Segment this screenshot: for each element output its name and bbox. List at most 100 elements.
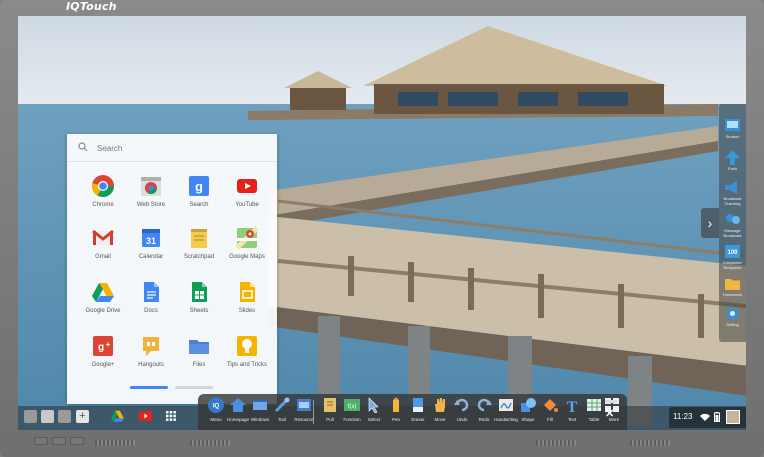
toolbar-shape[interactable]: Shape [516, 397, 540, 429]
page-indicator-active[interactable] [130, 386, 168, 389]
toolbar-eraser[interactable]: Eraser [406, 397, 430, 429]
search-input[interactable] [97, 140, 265, 156]
app-docs[interactable]: Docs [127, 280, 175, 324]
toolbar-handwriting[interactable]: Handwriting [494, 397, 518, 429]
sidebar-item-homework[interactable]: Homework [721, 276, 744, 306]
shape-icon [521, 398, 536, 412]
bezel-button[interactable] [34, 437, 48, 445]
app-label: YouTube [235, 202, 259, 208]
page-indicator[interactable] [175, 386, 213, 389]
google-drive-icon [92, 283, 114, 302]
avatar[interactable] [726, 410, 740, 424]
app-google-drive[interactable]: Google Drive [79, 280, 127, 324]
calendar-icon: 31 [142, 229, 160, 247]
toolbar-pull[interactable]: Pull [318, 397, 342, 429]
undo-icon [454, 398, 469, 412]
menu-badge: IQ [213, 404, 220, 410]
toolbar-move[interactable]: Move [428, 397, 452, 429]
handwriting-icon [499, 399, 513, 411]
close-icon[interactable]: ✕ [605, 407, 614, 420]
google-drive-icon[interactable] [110, 409, 125, 423]
add-icon[interactable]: + [76, 410, 89, 423]
app-google-plus[interactable]: g + Google+ [79, 334, 127, 378]
gmail-icon [92, 229, 114, 245]
toolbar-pen[interactable]: Pen [384, 397, 408, 429]
redo-icon [477, 398, 492, 412]
app-hangouts[interactable]: Hangouts [127, 334, 175, 378]
system-tray[interactable]: 11:23 [669, 407, 746, 428]
app-label: Slides [238, 308, 256, 314]
app-slides[interactable]: Slides [223, 280, 271, 324]
calendar-day: 31 [146, 236, 156, 246]
sidebar-item-student[interactable]: Student [721, 118, 744, 148]
docs-icon [144, 282, 159, 302]
chrome-icon [92, 175, 114, 197]
google-search-icon: g [189, 176, 209, 196]
app-calendar[interactable]: 31 Calendar [127, 226, 175, 270]
hangouts-icon [143, 337, 159, 356]
toolbar-select[interactable]: Select [362, 397, 386, 429]
sidebar-item-interactive-response[interactable]: 100 Interactive Response [721, 244, 744, 274]
app-icon[interactable] [41, 410, 54, 423]
scratchpad-icon [191, 229, 207, 248]
svg-text:+: + [106, 340, 111, 349]
battery-icon [714, 412, 720, 422]
launcher-grid-icon[interactable] [166, 411, 176, 421]
app-label: Tips and Tricks [226, 362, 268, 368]
app-gmail[interactable]: Gmail [79, 226, 127, 270]
toolbar-undo[interactable]: Undo [450, 397, 474, 429]
text-glyph: T [567, 399, 578, 413]
sheets-icon [192, 282, 207, 302]
hand-move-icon [435, 398, 445, 412]
home-icon [230, 398, 246, 412]
pen-icon [393, 397, 399, 412]
function-icon: f(x) [344, 399, 360, 411]
sidebar-item-setting[interactable]: Setting [721, 306, 744, 336]
classroom-sidebar: Student Push Broadcast Teaching Message … [719, 104, 746, 342]
toolbar-homepage[interactable]: Homepage [226, 397, 250, 429]
app-launcher: Chrome Web Store g Search YouTube [67, 134, 277, 404]
windows-icon [253, 400, 267, 410]
app-google-maps[interactable]: Google Maps [223, 226, 271, 270]
app-files[interactable]: Files [175, 334, 223, 378]
app-chrome[interactable]: Chrome [79, 174, 127, 218]
sidebar-item-push[interactable]: Push [721, 150, 744, 180]
bezel-button[interactable] [70, 437, 84, 445]
toolbar-redo[interactable]: Redo [472, 397, 496, 429]
brand-logo: IQTouch [66, 0, 117, 13]
bezel-button[interactable] [52, 437, 66, 445]
launcher-search-bar[interactable] [67, 134, 277, 162]
sidebar-item-label: Broadcast Teaching [723, 196, 742, 206]
web-store-icon [141, 177, 161, 196]
whiteboard-toolbar: IQ Menu Homepage Windows Tool Resource P… [198, 394, 627, 430]
select-cursor-icon [368, 397, 379, 413]
message-broadcast-icon [726, 214, 740, 224]
toolbar-menu[interactable]: IQ Menu [204, 397, 228, 429]
app-search[interactable]: g Search [175, 174, 223, 218]
toolbar-tool[interactable]: Tool [270, 397, 294, 429]
app-scratchpad[interactable]: Scratchpad [175, 226, 223, 270]
sidebar-item-message-broadcast[interactable]: Message Broadcast [721, 212, 744, 242]
speaker-grille [630, 440, 670, 446]
sidebar-item-broadcast[interactable]: Broadcast Teaching [721, 180, 744, 210]
eraser-icon [413, 398, 423, 412]
pull-icon [324, 398, 336, 412]
slides-icon [240, 282, 255, 302]
app-web-store[interactable]: Web Store [127, 174, 175, 218]
app-tips-and-tricks[interactable]: Tips and Tricks [223, 334, 271, 378]
table-icon [587, 399, 601, 411]
speaker-grille [95, 440, 135, 446]
google-maps-icon [235, 226, 259, 250]
forward-icon[interactable] [58, 410, 71, 423]
toolbar-windows[interactable]: Windows [248, 397, 272, 429]
wifi-icon [700, 413, 710, 421]
toolbar-function[interactable]: f(x) Function [340, 397, 364, 429]
app-sheets[interactable]: Sheets [175, 280, 223, 324]
app-youtube[interactable]: YouTube [223, 174, 271, 218]
toolbar-fill[interactable]: Fill [538, 397, 562, 429]
gear-icon [726, 307, 739, 320]
minimize-icon[interactable] [605, 400, 617, 403]
youtube-icon[interactable] [138, 410, 153, 422]
toolbar-text[interactable]: T Text [560, 397, 584, 429]
back-icon[interactable] [24, 410, 37, 423]
